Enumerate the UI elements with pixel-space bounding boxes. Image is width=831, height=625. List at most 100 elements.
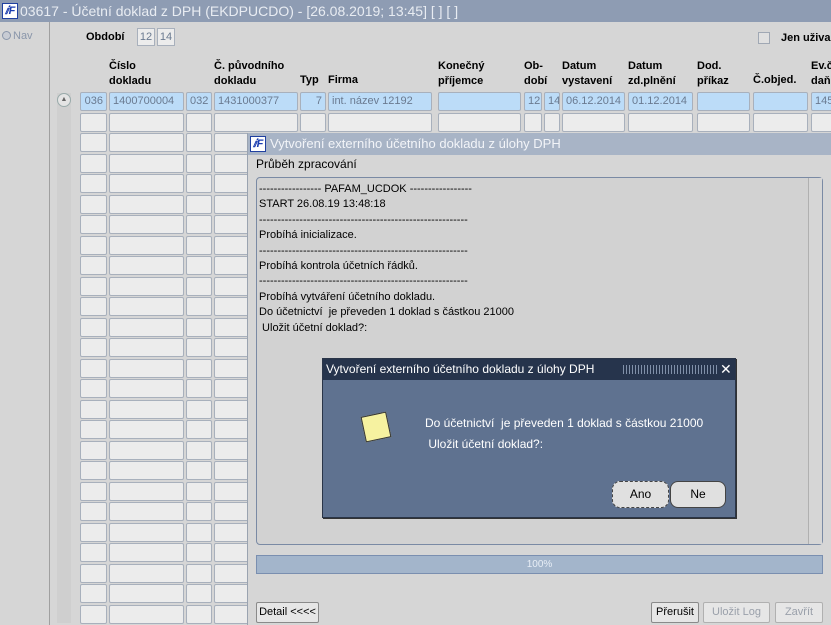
log-scrollbar[interactable] <box>808 178 822 544</box>
grid-cell-empty[interactable] <box>80 215 107 234</box>
grid-cell-empty[interactable] <box>186 584 212 603</box>
grid-cell-empty[interactable] <box>811 112 831 132</box>
grid-cell-empty[interactable] <box>697 112 750 132</box>
grid-cell-empty[interactable] <box>186 133 212 152</box>
grid-cell-empty[interactable] <box>80 276 107 296</box>
jen-uzivatel-checkbox[interactable] <box>758 32 770 44</box>
grid-cell-empty[interactable] <box>109 543 184 562</box>
grid-cell-empty[interactable] <box>186 358 212 378</box>
grid-cell-empty[interactable] <box>80 358 107 378</box>
grid-cell-empty[interactable] <box>80 481 107 501</box>
grid-cell-empty[interactable] <box>186 379 212 398</box>
grid-cell[interactable]: 1400700004 <box>109 92 184 111</box>
grid-cell-empty[interactable] <box>109 563 184 583</box>
grid-cell-empty[interactable] <box>438 112 521 132</box>
grid-cell-empty[interactable] <box>109 338 184 357</box>
grid-cell-empty[interactable] <box>628 112 693 132</box>
grid-cell[interactable]: 06.12.2014 <box>562 92 625 111</box>
close-icon[interactable]: ✕ <box>720 359 732 380</box>
grid-cell-empty[interactable] <box>214 112 298 132</box>
grid-cell-empty[interactable] <box>80 297 107 316</box>
grid-cell[interactable] <box>438 92 521 111</box>
grid-cell-empty[interactable] <box>562 112 625 132</box>
grid-cell-empty[interactable] <box>109 112 184 132</box>
grid-cell-empty[interactable] <box>80 338 107 357</box>
grid-cell-empty[interactable] <box>109 174 184 193</box>
grid-cell-empty[interactable] <box>186 543 212 562</box>
scroll-up-icon[interactable]: ▲ <box>57 93 71 107</box>
obdobi-to-field[interactable]: 14 <box>157 28 175 46</box>
grid-cell-empty[interactable] <box>109 317 184 337</box>
grid-cell-empty[interactable] <box>80 440 107 460</box>
grid-cell-empty[interactable] <box>109 604 184 624</box>
grid-cell-empty[interactable] <box>186 153 212 173</box>
grid-cell-empty[interactable] <box>109 481 184 501</box>
grid-scrollbar[interactable]: ▲ <box>57 93 71 623</box>
grid-cell-empty[interactable] <box>80 174 107 193</box>
grid-cell-empty[interactable] <box>524 112 542 132</box>
grid-cell-empty[interactable] <box>80 502 107 521</box>
grid-cell-empty[interactable] <box>109 584 184 603</box>
grid-cell-empty[interactable] <box>186 235 212 255</box>
grid-cell-empty[interactable] <box>80 563 107 583</box>
grid-cell-empty[interactable] <box>80 522 107 542</box>
grid-cell-empty[interactable] <box>109 358 184 378</box>
grid-cell-empty[interactable] <box>109 276 184 296</box>
grid-cell-empty[interactable] <box>80 235 107 255</box>
grid-cell-empty[interactable] <box>109 153 184 173</box>
save-log-button[interactable]: Uložit Log <box>703 602 770 623</box>
grid-cell-empty[interactable] <box>186 563 212 583</box>
grid-cell-empty[interactable] <box>80 194 107 214</box>
grid-cell-empty[interactable] <box>186 420 212 439</box>
grid-cell-empty[interactable] <box>109 420 184 439</box>
grid-cell[interactable] <box>697 92 750 111</box>
grid-cell-empty[interactable] <box>80 317 107 337</box>
grid-cell-empty[interactable] <box>109 502 184 521</box>
grid-cell-empty[interactable] <box>109 256 184 275</box>
close-button[interactable]: Zavřít <box>775 602 823 623</box>
grid-cell-empty[interactable] <box>109 440 184 460</box>
grid-cell-empty[interactable] <box>109 522 184 542</box>
grid-cell-empty[interactable] <box>186 502 212 521</box>
grid-cell-empty[interactable] <box>186 481 212 501</box>
grid-cell-empty[interactable] <box>186 522 212 542</box>
grid-cell-empty[interactable] <box>186 297 212 316</box>
grid-cell[interactable]: 7 <box>300 92 326 111</box>
grid-cell-empty[interactable] <box>80 153 107 173</box>
grid-cell[interactable]: 1431000377 <box>214 92 298 111</box>
grid-cell-empty[interactable] <box>753 112 808 132</box>
grid-cell-empty[interactable] <box>186 215 212 234</box>
grid-cell-empty[interactable] <box>328 112 432 132</box>
grid-cell[interactable]: 12 <box>524 92 542 111</box>
no-button[interactable]: Ne <box>670 481 726 508</box>
grid-cell-empty[interactable] <box>109 399 184 419</box>
grid-cell-empty[interactable] <box>109 379 184 398</box>
grid-cell-empty[interactable] <box>109 461 184 480</box>
grid-cell-empty[interactable] <box>80 379 107 398</box>
detail-button[interactable]: Detail <<<< <box>256 602 319 623</box>
grid-cell-empty[interactable] <box>80 399 107 419</box>
grid-cell-empty[interactable] <box>80 112 107 132</box>
grid-cell-empty[interactable] <box>186 461 212 480</box>
grid-cell-empty[interactable] <box>186 276 212 296</box>
grid-cell[interactable]: 032 <box>186 92 212 111</box>
grid-cell-empty[interactable] <box>186 256 212 275</box>
grid-cell-empty[interactable] <box>186 317 212 337</box>
grid-cell[interactable]: 01.12.2014 <box>628 92 693 111</box>
grid-cell-empty[interactable] <box>186 399 212 419</box>
grid-cell-empty[interactable] <box>109 235 184 255</box>
grid-cell[interactable] <box>753 92 808 111</box>
grid-cell-empty[interactable] <box>186 440 212 460</box>
grid-cell-empty[interactable] <box>80 543 107 562</box>
grid-cell[interactable]: 036 <box>80 92 107 111</box>
grid-cell-empty[interactable] <box>186 604 212 624</box>
grid-cell[interactable]: int. název 12192 <box>328 92 432 111</box>
grid-cell-empty[interactable] <box>80 420 107 439</box>
grid-cell-empty[interactable] <box>80 584 107 603</box>
grid-cell-empty[interactable] <box>80 461 107 480</box>
grid-cell[interactable]: 14 <box>544 92 560 111</box>
grid-cell-empty[interactable] <box>80 256 107 275</box>
grid-cell-empty[interactable] <box>80 133 107 152</box>
grid-cell-empty[interactable] <box>186 194 212 214</box>
obdobi-from-field[interactable]: 12 <box>137 28 155 46</box>
